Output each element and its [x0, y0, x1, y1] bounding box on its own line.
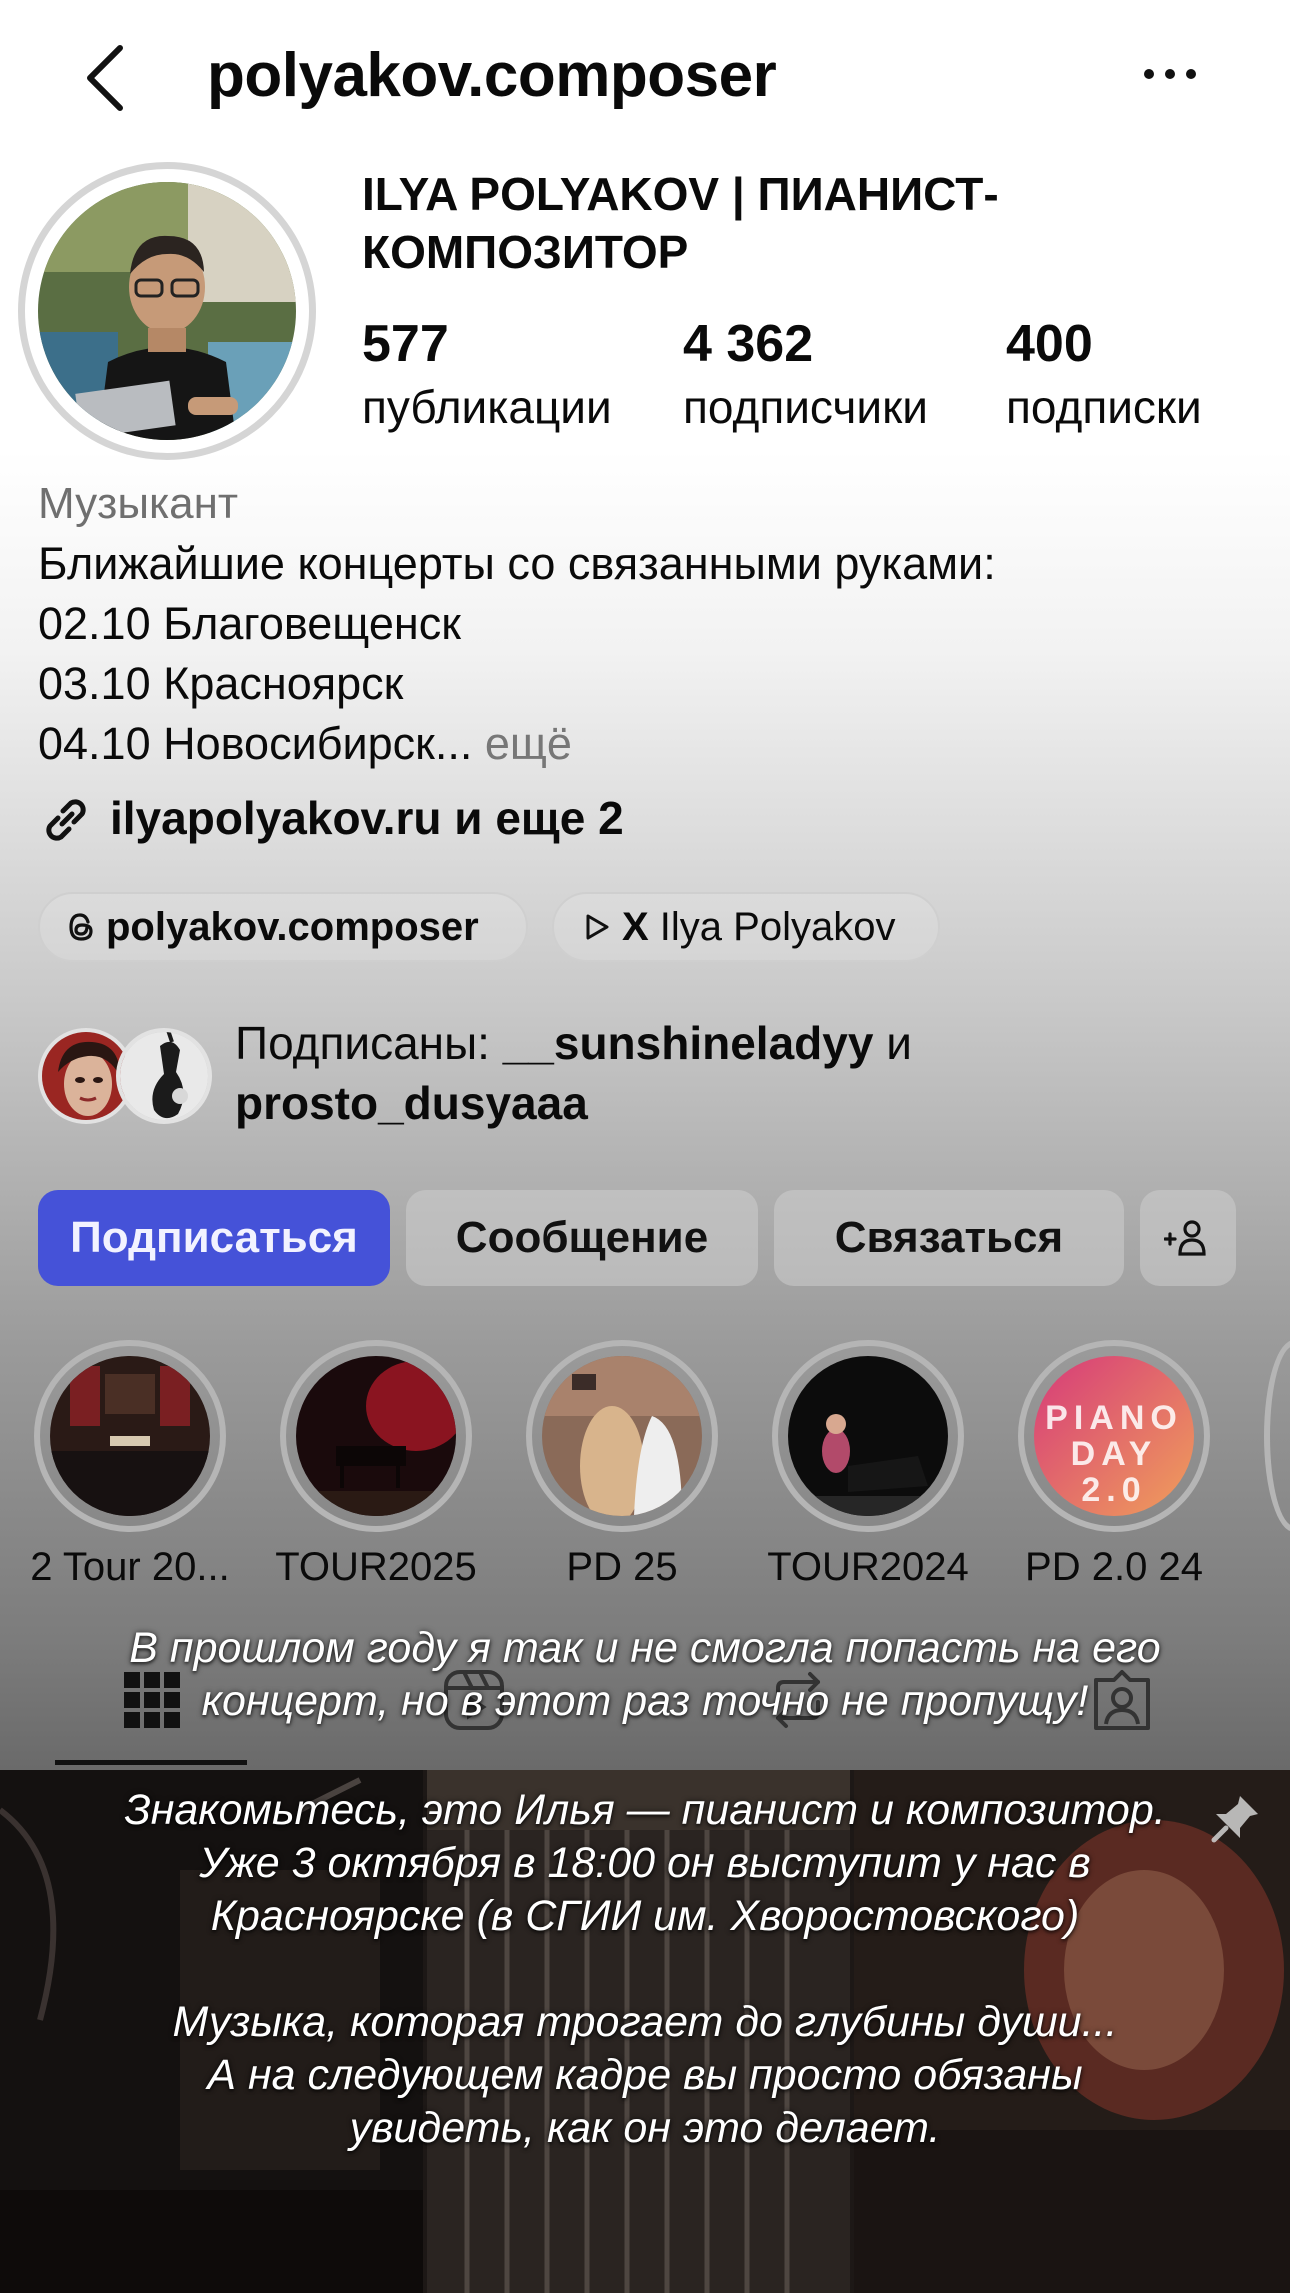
profile-username: polyakov.composer — [207, 41, 777, 110]
highlight-3-label: PD 25 — [566, 1545, 678, 1589]
message-button[interactable]: Сообщение — [406, 1190, 758, 1286]
followed-by-text: Подписаны: __sunshineladyy и prosto_dusy… — [235, 1013, 1235, 1133]
follower-username-2[interactable]: prosto_dusyaaa — [235, 1077, 588, 1129]
overlay-caption-top: В прошлом году я так и не смогла попасть… — [60, 1622, 1230, 1728]
bio-line: Ближайшие концерты со связанными руками: — [38, 538, 996, 589]
bio-line-last: 04.10 Новосибирск... ещё — [38, 714, 572, 774]
overlay-caption-bottom: Знакомьтесь, это Илья — пианист и композ… — [60, 1784, 1230, 2155]
x-chip-label: Ilya Polyakov — [648, 904, 896, 949]
caption-line: В прошлом году я так и не смогла попасть… — [129, 1624, 1161, 1672]
x-chip[interactable]: X Ilya Polyakov — [552, 892, 940, 962]
display-name: ILYA POLYAKOV | ПИАНИСТ-КОМПОЗИТОР — [362, 168, 999, 278]
highlight-2-label: TOUR2025 — [275, 1545, 477, 1589]
chevron-left-icon[interactable] — [78, 40, 134, 116]
suggest-people-button[interactable] — [1140, 1190, 1236, 1286]
x-chip-brand: X — [622, 904, 649, 949]
caption-line: Красноярске (в СГИИ им. Хворостовского) — [210, 1892, 1080, 1940]
highlight-1-label: 2 Tour 20... — [30, 1545, 230, 1589]
highlight-2-cover — [296, 1356, 456, 1516]
highlight-5-label: PD 2.0 24 — [1025, 1545, 1203, 1589]
followers-label[interactable]: подписчики — [683, 378, 928, 436]
highlight-4-cover — [788, 1356, 948, 1516]
follow-button[interactable]: Подписаться — [38, 1190, 390, 1286]
threads-chip[interactable]: polyakov.composer — [38, 892, 528, 962]
play-icon — [586, 914, 609, 940]
highlight-4-label: TOUR2024 — [767, 1545, 969, 1589]
posts-label[interactable]: публикации — [362, 378, 612, 436]
highlight-3[interactable] — [526, 1340, 718, 1532]
highlight-2[interactable] — [280, 1340, 472, 1532]
website-link[interactable]: ilyapolyakov.ru и еще 2 — [110, 788, 624, 848]
follower-avatar-2[interactable] — [116, 1028, 212, 1124]
highlight-1[interactable] — [34, 1340, 226, 1532]
followed-by-joiner: и — [873, 1017, 912, 1069]
threads-chip-label: polyakov.composer — [106, 904, 479, 949]
highlight-5-cover-text: PIANO DAY 2.0 — [1045, 1399, 1183, 1509]
link-icon — [38, 792, 94, 848]
add-person-icon — [1164, 1220, 1206, 1256]
highlight-1-cover — [50, 1356, 210, 1516]
contact-button[interactable]: Связаться — [774, 1190, 1124, 1286]
caption-line: Уже 3 октября в 18:00 он выступит у нас … — [199, 1839, 1091, 1887]
followers-count[interactable]: 4 362 — [683, 312, 813, 376]
caption-line: увидеть, как он это делает. — [349, 2104, 941, 2152]
more-horizontal-icon[interactable] — [1140, 56, 1200, 92]
avatar[interactable] — [38, 182, 296, 440]
active-tab-indicator — [55, 1760, 247, 1765]
following-count[interactable]: 400 — [1006, 312, 1093, 376]
following-label[interactable]: подписки — [1006, 378, 1202, 436]
threads-icon — [69, 913, 93, 941]
caption-line: Музыка, которая трогает до глубины души.… — [172, 1998, 1118, 2046]
caption-line — [60, 1943, 1230, 1996]
highlight-3-cover — [542, 1356, 702, 1516]
followed-by-prefix: Подписаны: — [235, 1017, 503, 1069]
bio-line: 03.10 Красноярск — [38, 658, 404, 709]
follower-username-1[interactable]: __sunshineladyy — [503, 1017, 874, 1069]
bio-line-text: 04.10 Новосибирск... — [38, 718, 473, 769]
bio-more-link[interactable]: ещё — [472, 718, 572, 769]
highlight-4[interactable] — [772, 1340, 964, 1532]
posts-count[interactable]: 577 — [362, 312, 449, 376]
caption-line: концерт, но в этот раз точно не пропущу! — [201, 1677, 1089, 1725]
bio-line: 02.10 Благовещенск — [38, 598, 461, 649]
caption-line: Знакомьтесь, это Илья — пианист и композ… — [124, 1786, 1166, 1834]
caption-line: А на следующем кадре вы просто обязаны — [207, 2051, 1083, 2099]
profile-category: Музыкант — [38, 479, 239, 528]
